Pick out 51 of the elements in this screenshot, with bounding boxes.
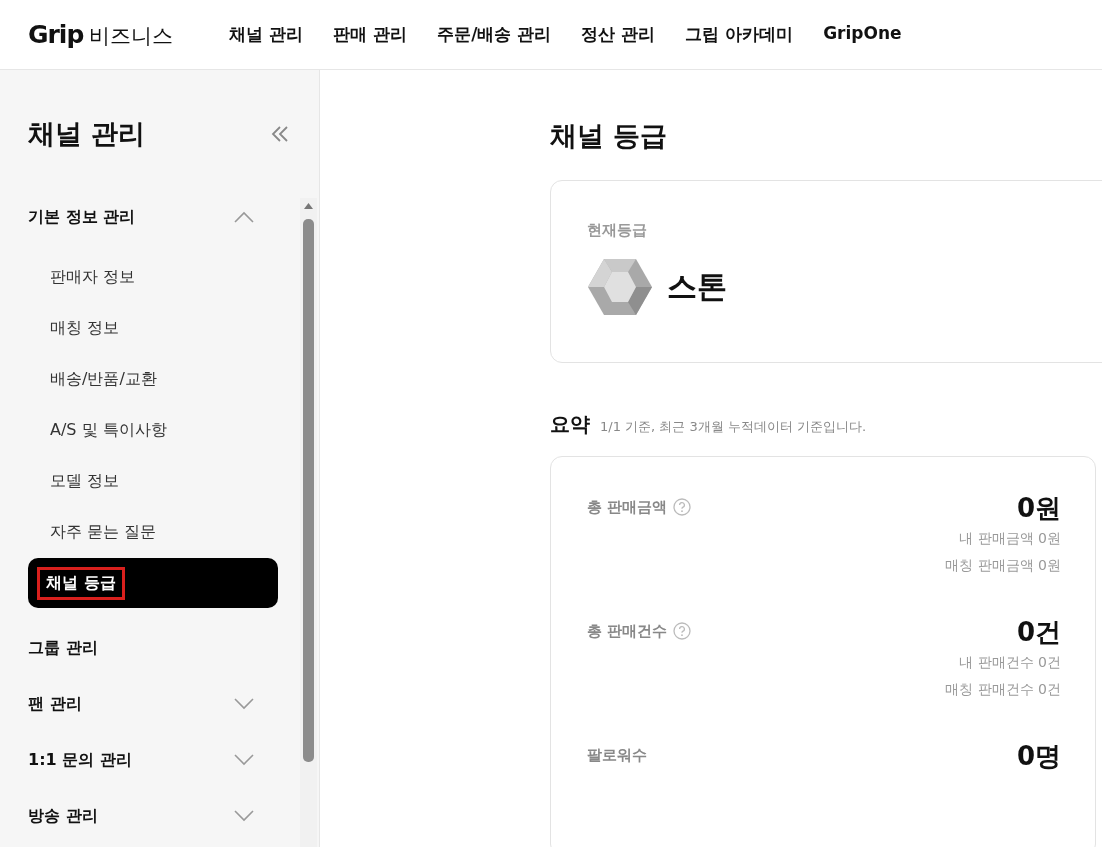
brand-logo[interactable]: Grip — [28, 19, 84, 49]
nav-link[interactable]: GripOne — [823, 23, 902, 46]
menu-group[interactable]: 팬 관리 — [28, 693, 82, 715]
menu-group[interactable]: 기본 정보 관리 — [28, 206, 136, 228]
chevron-icon[interactable] — [234, 754, 254, 766]
menu-item-label: 모델 정보 — [49, 471, 121, 492]
hexagon-gem-icon — [587, 258, 653, 316]
metric-label: 팔로워수 — [587, 745, 647, 765]
menu-item[interactable]: 자주 묻는 질문 — [28, 507, 278, 558]
nav-link[interactable]: 주문/배송 관리 — [437, 23, 552, 46]
summary-note: 1/1 기준, 최근 3개월 누적데이터 기준입니다. — [600, 418, 867, 436]
metric-value: 0건 — [1016, 616, 1061, 649]
chevron-icon[interactable] — [234, 698, 254, 710]
sidebar-title: 채널 관리 — [28, 117, 146, 151]
menu-group[interactable]: 그룹 관리 — [28, 637, 98, 659]
nav-link[interactable]: 그립 아카데미 — [685, 23, 794, 46]
metric-value: 0명 — [1016, 740, 1061, 773]
nav-link[interactable]: 채널 관리 — [229, 23, 304, 46]
metric-detail: 내 판매건수 0건 — [959, 653, 1061, 672]
menu-item-label: 채널 등급 — [40, 569, 122, 597]
menu-item[interactable]: 채널 등급 — [28, 558, 278, 608]
menu-item[interactable]: 매칭 정보 — [28, 303, 278, 354]
metric-label: 총 판매건수 — [587, 621, 668, 641]
logo-text: 비즈니스 — [89, 22, 174, 50]
page-title: 채널 등급 — [550, 119, 669, 153]
nav-link[interactable]: 판매 관리 — [333, 23, 408, 46]
help-icon[interactable] — [673, 498, 692, 516]
menu-group[interactable]: 1:1 문의 관리 — [28, 749, 132, 771]
menu-item-label: 매칭 정보 — [49, 318, 121, 339]
menu-item[interactable]: 모델 정보 — [28, 456, 278, 507]
chevron-icon[interactable] — [234, 211, 254, 223]
summary-title: 요약 — [550, 411, 590, 438]
menu-item[interactable]: 배송/반품/교환 — [28, 354, 278, 405]
menu-item-label: 자주 묻는 질문 — [49, 522, 158, 543]
grade-name: 스톤 — [667, 267, 727, 306]
chevron-icon[interactable] — [234, 810, 254, 822]
metric-detail: 내 판매금액 0원 — [959, 529, 1061, 548]
metric-detail: 매칭 판매건수 0건 — [945, 680, 1061, 699]
nav-link[interactable]: 정산 관리 — [581, 23, 656, 46]
help-icon[interactable] — [673, 622, 692, 640]
menu-item-label: A/S 및 특이사항 — [49, 420, 168, 441]
grade-caption: 현재등급 — [587, 221, 648, 240]
metric-detail: 매칭 판매금액 0원 — [945, 556, 1061, 575]
menu-group[interactable]: 방송 관리 — [28, 805, 98, 827]
metric-label: 총 판매금액 — [587, 497, 668, 517]
menu-item-label: 배송/반품/교환 — [49, 369, 158, 390]
menu-item-label: 판매자 정보 — [49, 267, 137, 288]
menu-item[interactable]: 판매자 정보 — [28, 252, 278, 303]
metric-value: 0원 — [1016, 492, 1061, 525]
collapse-icon[interactable] — [271, 126, 289, 142]
menu-item[interactable]: A/S 및 특이사항 — [28, 405, 278, 456]
